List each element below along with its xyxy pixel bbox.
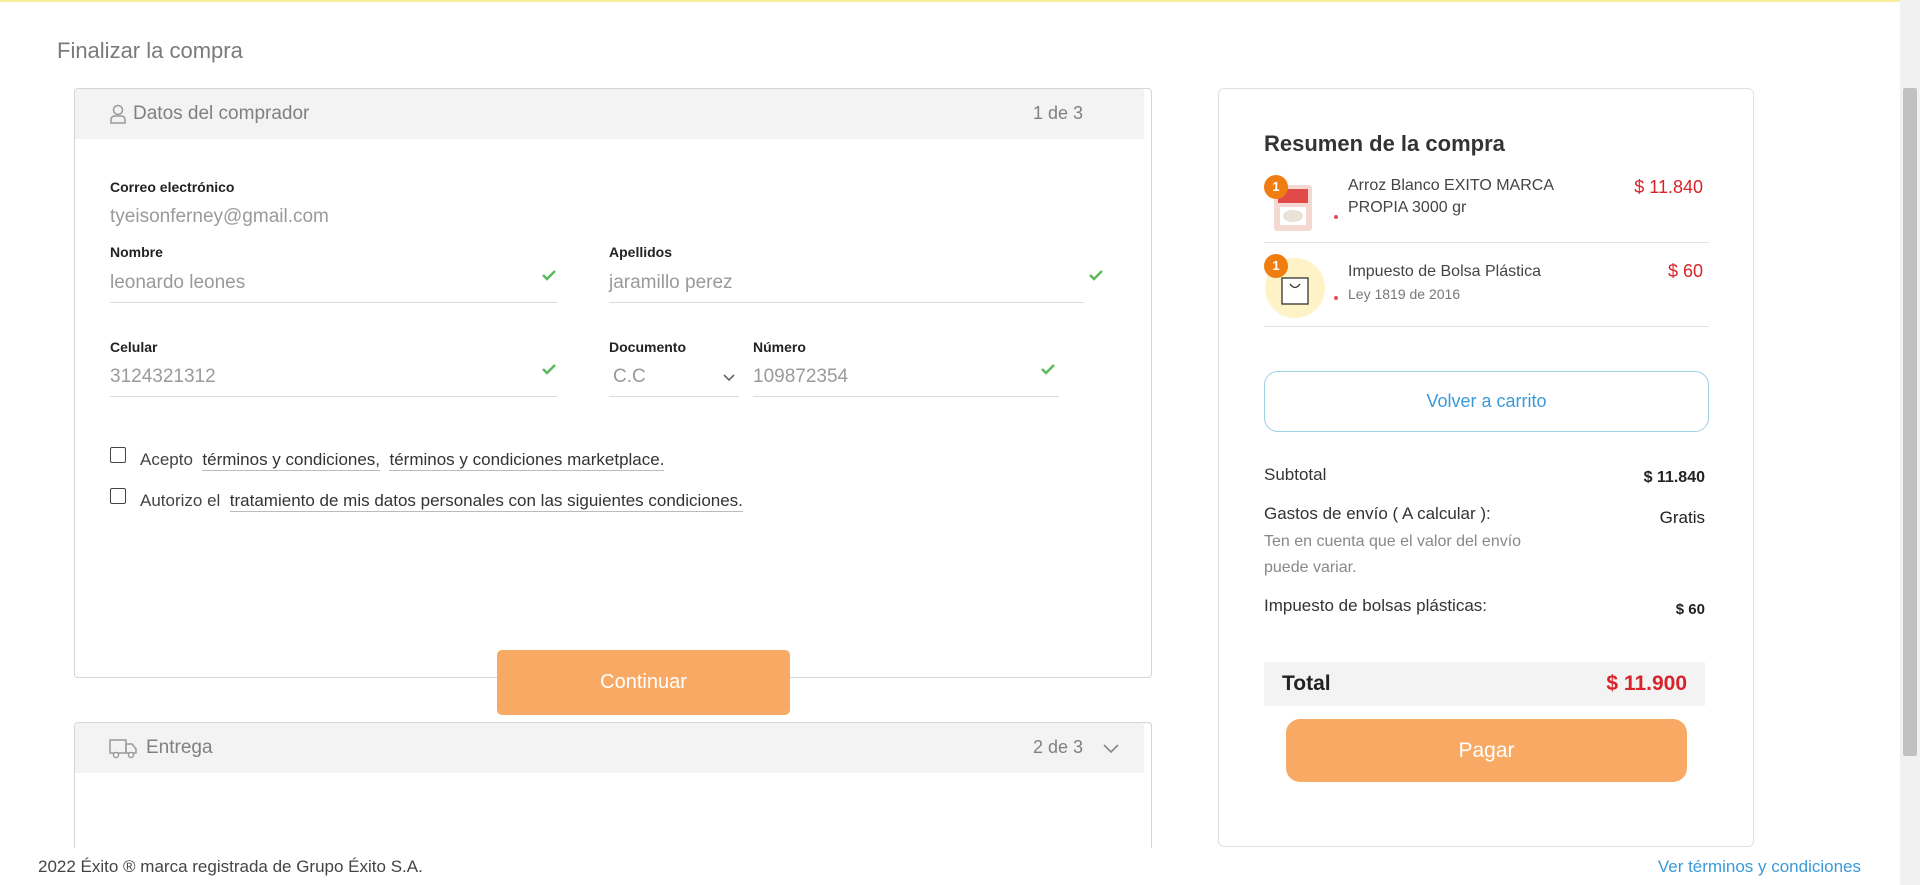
delivery-panel-title: Entrega — [146, 737, 213, 758]
buyer-panel-title: Datos del comprador — [133, 103, 310, 124]
privacy-text: Autorizo el tratamiento de mis datos per… — [140, 491, 743, 512]
subtotal-value: $ 11.840 — [1643, 469, 1705, 486]
first-name-valid-check-icon — [542, 270, 556, 281]
last-name-underline — [609, 302, 1084, 303]
shipping-value: Gratis — [1659, 508, 1705, 527]
shipping-note: Ten en cuenta que el valor del envío pue… — [1264, 533, 1522, 576]
total-value: $ 11.900 — [1606, 672, 1687, 695]
privacy-prefix: Autorizo el — [140, 491, 221, 510]
chevron-down-icon[interactable] — [722, 373, 736, 383]
chevron-down-icon[interactable] — [1101, 739, 1121, 757]
back-to-cart-button[interactable]: Volver a carrito — [1264, 371, 1709, 432]
item-indicator-dot — [1334, 296, 1338, 300]
page-footer: 2022 Éxito ® marca registrada de Grupo É… — [0, 848, 1920, 885]
order-summary-panel: Resumen de la compra 1 Arroz Blanco EXIT… — [1218, 88, 1754, 847]
item-name: Impuesto de Bolsa Plástica — [1348, 263, 1541, 280]
item-subtitle: Ley 1819 de 2016 — [1348, 286, 1461, 302]
document-type-label: Documento — [609, 339, 686, 355]
cart-item: 1 Impuesto de Bolsa Plástica Ley 1819 de… — [1264, 252, 1709, 327]
email-field[interactable]: tyeisonferney@gmail.com — [110, 206, 329, 228]
item-quantity-badge: 1 — [1264, 175, 1288, 199]
delivery-step-indicator: 2 de 3 — [1033, 737, 1084, 757]
subtotal-label: Subtotal — [1264, 465, 1327, 484]
terms-checkbox[interactable] — [110, 447, 126, 463]
phone-underline — [110, 396, 557, 397]
cart-item: 1 Arroz Blanco EXITO MARCA PROPIA 3000 g… — [1264, 175, 1709, 243]
buyer-step-indicator: 1 de 3 — [1033, 103, 1084, 123]
last-name-label: Apellidos — [609, 244, 673, 260]
summary-title: Resumen de la compra — [1264, 131, 1505, 156]
last-name-valid-check-icon — [1089, 270, 1103, 281]
item-price: $ 60 — [1667, 261, 1703, 281]
terms-text: Acepto términos y condiciones, términos … — [140, 450, 665, 471]
top-accent-line — [0, 0, 1920, 2]
continue-button[interactable]: Continuar — [497, 650, 790, 715]
marketplace-terms-link[interactable]: términos y condiciones marketplace. — [389, 450, 665, 471]
total-label: Total — [1282, 672, 1331, 695]
last-name-field[interactable]: jaramillo perez — [609, 272, 733, 294]
terms-link[interactable]: términos y condiciones, — [202, 450, 381, 471]
copyright-text: 2022 Éxito ® marca registrada de Grupo É… — [38, 857, 423, 876]
phone-field[interactable]: 3124321312 — [110, 366, 216, 388]
bag-tax-value: $ 60 — [1675, 601, 1705, 618]
first-name-field[interactable]: leonardo leones — [110, 272, 245, 294]
privacy-checkbox[interactable] — [110, 488, 126, 504]
truck-icon — [109, 739, 137, 759]
shipping-label: Gastos de envío ( A calcular ): — [1264, 504, 1491, 523]
document-number-label: Número — [753, 339, 806, 355]
document-number-field[interactable]: 109872354 — [753, 366, 848, 388]
document-number-valid-check-icon — [1041, 364, 1055, 375]
document-type-underline — [609, 396, 739, 397]
phone-label: Celular — [110, 339, 158, 355]
item-quantity-badge: 1 — [1264, 254, 1288, 278]
total-row: Total $ 11.900 — [1264, 662, 1705, 706]
scrollbar-thumb[interactable] — [1903, 88, 1917, 756]
document-number-underline — [753, 396, 1059, 397]
phone-valid-check-icon — [542, 364, 556, 375]
first-name-label: Nombre — [110, 244, 163, 260]
user-icon — [110, 104, 126, 124]
terms-conditions-link[interactable]: Ver términos y condiciones — [1658, 857, 1861, 877]
privacy-link[interactable]: tratamiento de mis datos personales con … — [229, 491, 743, 512]
delivery-panel-header[interactable]: Entrega 2 de 3 — [75, 723, 1144, 773]
item-indicator-dot — [1334, 215, 1338, 219]
buyer-panel-header: Datos del comprador 1 de 3 — [75, 89, 1144, 139]
pay-button[interactable]: Pagar — [1286, 719, 1687, 782]
email-label: Correo electrónico — [110, 179, 235, 195]
terms-prefix: Acepto — [140, 450, 193, 469]
first-name-underline — [110, 302, 557, 303]
item-name: Arroz Blanco EXITO MARCA PROPIA 3000 gr — [1348, 177, 1554, 216]
vertical-scrollbar[interactable] — [1900, 0, 1920, 885]
document-type-select[interactable]: C.C — [613, 366, 646, 388]
page-title: Finalizar la compra — [57, 38, 243, 63]
buyer-data-panel: Datos del comprador 1 de 3 Correo electr… — [74, 88, 1152, 715]
item-price: $ 11.840 — [1634, 177, 1703, 197]
bag-tax-label: Impuesto de bolsas plásticas: — [1264, 596, 1488, 615]
